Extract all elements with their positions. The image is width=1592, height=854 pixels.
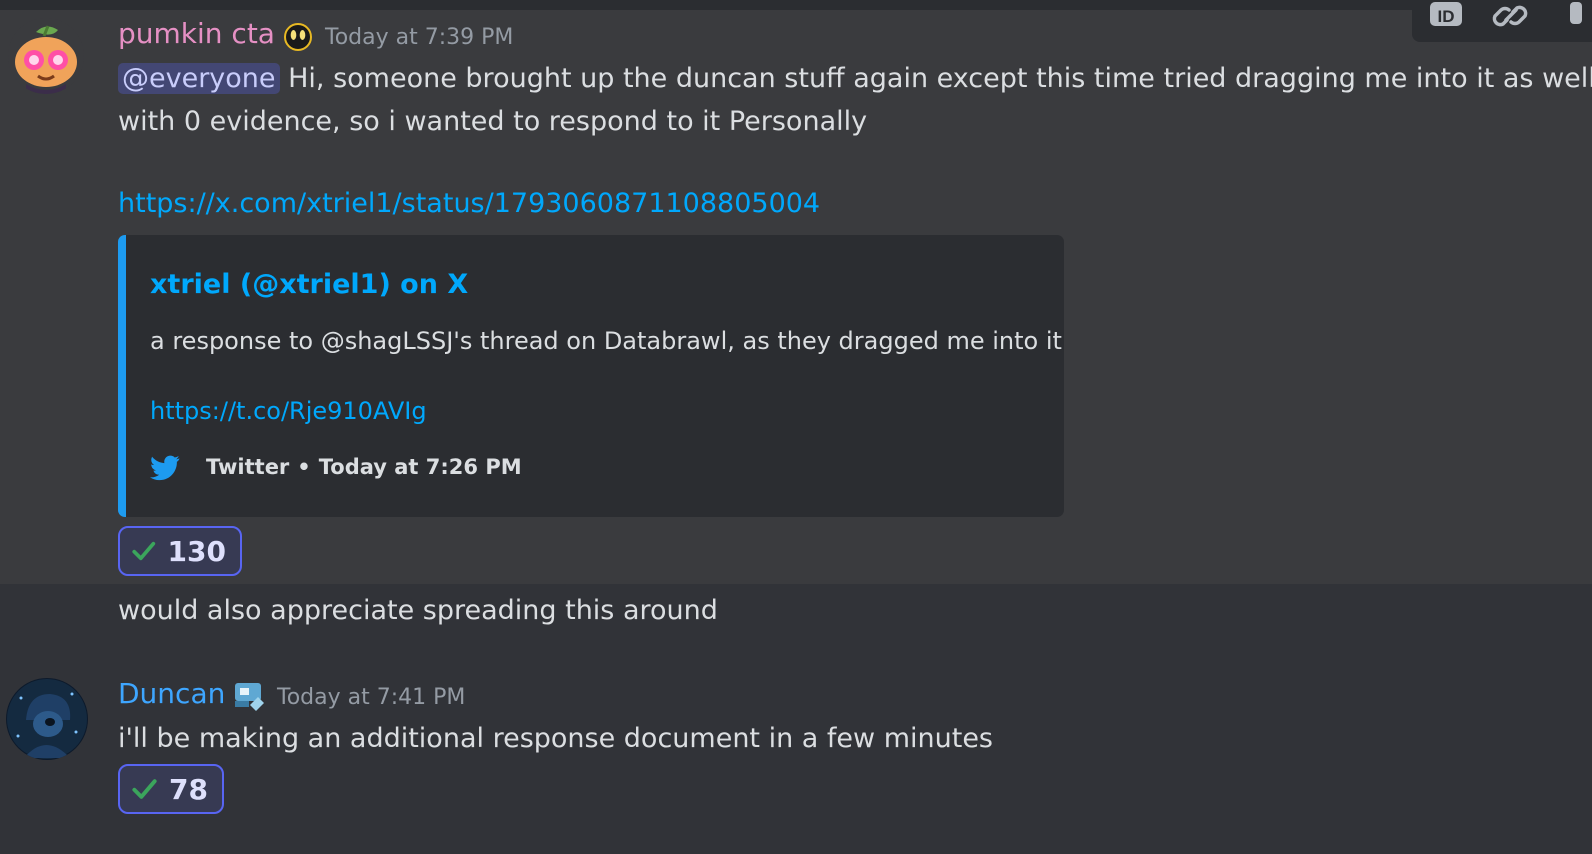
embed-footer-separator: •	[297, 455, 311, 479]
message-toolbar: ID	[1412, 0, 1592, 42]
svg-text:ID: ID	[1438, 7, 1455, 26]
message-text: @everyone Hi, someone brought up the dun…	[118, 57, 1592, 143]
embed-description: a response to @shagLSSJ's thread on Data…	[150, 327, 1062, 355]
reaction-count: 130	[167, 534, 226, 568]
check-mark-icon	[132, 541, 156, 561]
role-badge-icon	[235, 683, 264, 711]
id-icon[interactable]: ID	[1428, 0, 1464, 32]
link-icon[interactable]	[1490, 0, 1530, 34]
embed-title[interactable]: xtriel (@xtriel1) on X	[150, 269, 468, 300]
reaction-count: 78	[169, 772, 208, 806]
twitter-bird-icon	[150, 455, 180, 481]
embed-link[interactable]: https://t.co/Rje910AVIg	[150, 397, 427, 425]
avatar[interactable]	[6, 678, 88, 760]
check-mark-icon	[132, 779, 157, 799]
embed-footer: Twitter • Today at 7:26 PM	[150, 451, 522, 483]
reaction-button[interactable]: 78	[118, 764, 224, 814]
message-timestamp: Today at 7:39 PM	[325, 25, 514, 50]
embed-footer-time: Today at 7:26 PM	[318, 455, 522, 479]
reaction-button[interactable]: 130	[118, 526, 242, 576]
message-timestamp: Today at 7:41 PM	[277, 685, 466, 710]
followup-message-text: would also appreciate spreading this aro…	[118, 595, 718, 626]
message-text-line: Hi, someone brought up the duncan stuff …	[288, 63, 1592, 94]
embed-footer-source: Twitter	[206, 455, 290, 479]
tweet-link[interactable]: https://x.com/xtriel1/status/17930608711…	[118, 188, 820, 219]
avatar[interactable]	[8, 18, 84, 94]
role-badge-icon	[284, 23, 312, 51]
message-text: i'll be making an additional response do…	[118, 723, 993, 754]
username[interactable]: Duncan	[118, 677, 225, 710]
link-embed: xtriel (@xtriel1) on X a response to @sh…	[118, 235, 1064, 517]
more-icon[interactable]	[1562, 0, 1586, 34]
message-text-line: with 0 evidence, so i wanted to respond …	[118, 106, 868, 137]
everyone-mention[interactable]: @everyone	[118, 63, 280, 94]
username[interactable]: pumkin cta	[118, 17, 275, 50]
top-strip	[0, 0, 1592, 10]
